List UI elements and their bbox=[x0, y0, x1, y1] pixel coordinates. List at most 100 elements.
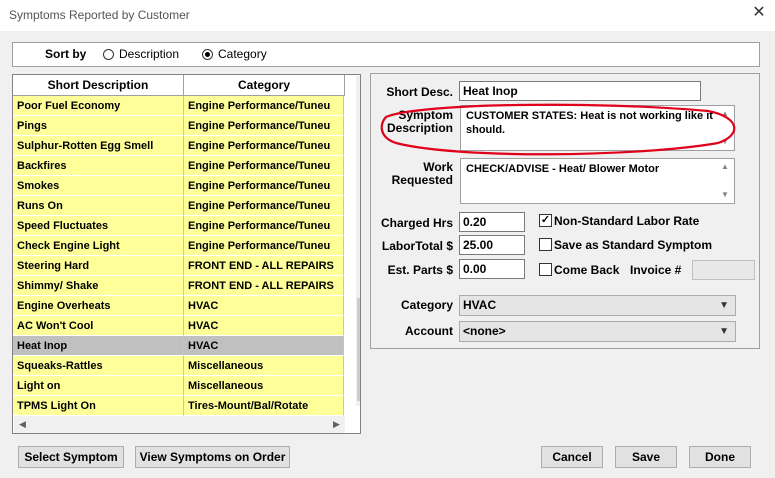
invoice-input[interactable] bbox=[692, 260, 755, 280]
table-row[interactable]: Check Engine Light Engine Performance/Tun… bbox=[13, 236, 344, 256]
scroll-right-icon[interactable]: ▶ bbox=[328, 416, 345, 433]
sort-category-radio[interactable] bbox=[202, 49, 213, 60]
table-row[interactable]: Backfires Engine Performance/Tuneu bbox=[13, 156, 344, 176]
category-cell[interactable]: Engine Performance/Tuneu bbox=[184, 96, 344, 116]
short-description-cell[interactable]: Engine Overheats bbox=[13, 296, 184, 316]
sort-description-radio[interactable] bbox=[103, 49, 114, 60]
table-row[interactable]: Light on Miscellaneous bbox=[13, 376, 344, 396]
table-row[interactable]: Speed Fluctuates Engine Performance/Tuneu bbox=[13, 216, 344, 236]
nonstandard-labor-checkbox[interactable]: ✓ bbox=[539, 214, 552, 227]
sort-label: Sort by bbox=[45, 47, 87, 61]
sort-description-label[interactable]: Description bbox=[119, 47, 179, 61]
red-annotation-ellipse bbox=[380, 103, 736, 156]
table-row[interactable]: Steering Hard FRONT END - ALL REPAIRS bbox=[13, 256, 344, 276]
work-scrollbar[interactable]: ▲ ▼ bbox=[717, 160, 733, 202]
save-button[interactable]: Save bbox=[615, 446, 677, 468]
nonstandard-labor-label[interactable]: Non-Standard Labor Rate bbox=[554, 214, 699, 228]
category-cell[interactable]: Engine Performance/Tuneu bbox=[184, 176, 344, 196]
come-back-label[interactable]: Come Back bbox=[554, 263, 619, 277]
short-desc-input[interactable]: Heat Inop bbox=[459, 81, 701, 101]
category-cell[interactable]: Miscellaneous bbox=[184, 356, 344, 376]
category-cell[interactable]: Tires-Mount/Bal/Rotate bbox=[184, 396, 344, 416]
short-description-cell[interactable]: Steering Hard bbox=[13, 256, 184, 276]
scroll-down-icon[interactable]: ▼ bbox=[356, 389, 360, 406]
scroll-thumb[interactable] bbox=[357, 298, 360, 401]
category-cell[interactable]: Engine Performance/Tuneu bbox=[184, 156, 344, 176]
short-description-cell[interactable]: Poor Fuel Economy bbox=[13, 96, 184, 116]
short-description-cell[interactable]: Check Engine Light bbox=[13, 236, 184, 256]
category-cell[interactable]: Engine Performance/Tuneu bbox=[184, 116, 344, 136]
done-button[interactable]: Done bbox=[689, 446, 751, 468]
save-standard-label[interactable]: Save as Standard Symptom bbox=[554, 238, 712, 252]
labor-total-label: LaborTotal $ bbox=[381, 239, 453, 253]
save-standard-checkbox[interactable] bbox=[539, 238, 552, 251]
table-row[interactable]: Pings Engine Performance/Tuneu bbox=[13, 116, 344, 136]
est-parts-label: Est. Parts $ bbox=[387, 263, 453, 277]
category-cell[interactable]: Engine Performance/Tuneu bbox=[184, 196, 344, 216]
select-symptom-button[interactable]: Select Symptom bbox=[18, 446, 124, 468]
table-row[interactable]: Smokes Engine Performance/Tuneu bbox=[13, 176, 344, 196]
category-cell[interactable]: Engine Performance/Tuneu bbox=[184, 136, 344, 156]
invoice-label: Invoice # bbox=[630, 263, 682, 277]
est-parts-input[interactable]: 0.00 bbox=[459, 259, 525, 279]
symptom-list[interactable]: Short Description Category Poor Fuel Eco… bbox=[12, 74, 361, 434]
scroll-up-icon[interactable]: ▲ bbox=[356, 76, 360, 93]
work-requested-label-line2: Requested bbox=[391, 173, 453, 187]
short-description-cell[interactable]: Backfires bbox=[13, 156, 184, 176]
category-cell[interactable]: FRONT END - ALL REPAIRS bbox=[184, 256, 344, 276]
category-cell[interactable]: Engine Performance/Tuneu bbox=[184, 216, 344, 236]
table-row[interactable]: Runs On Engine Performance/Tuneu bbox=[13, 196, 344, 216]
account-value: <none> bbox=[463, 324, 506, 338]
work-requested-textarea[interactable]: CHECK/ADVISE - Heat/ Blower Motor ▲ ▼ bbox=[460, 158, 735, 204]
sort-category-label[interactable]: Category bbox=[218, 47, 267, 61]
work-requested-label-line1: Work bbox=[423, 160, 453, 174]
short-description-cell[interactable]: Light on bbox=[13, 376, 184, 396]
short-description-cell[interactable]: TPMS Light On bbox=[13, 396, 184, 416]
table-row[interactable]: TPMS Light On Tires-Mount/Bal/Rotate bbox=[13, 396, 344, 416]
column-header-short-description[interactable]: Short Description bbox=[13, 75, 184, 96]
list-vertical-scrollbar[interactable]: ▲ ▼ bbox=[356, 76, 360, 406]
category-cell[interactable]: HVAC bbox=[184, 296, 344, 316]
table-row[interactable]: Poor Fuel Economy Engine Performance/Tune… bbox=[13, 96, 344, 116]
category-select[interactable]: HVAC ▼ bbox=[459, 295, 736, 316]
scroll-down-icon[interactable]: ▼ bbox=[717, 188, 733, 202]
window-title: Symptoms Reported by Customer bbox=[9, 8, 190, 22]
come-back-checkbox[interactable] bbox=[539, 263, 552, 276]
account-select[interactable]: <none> ▼ bbox=[459, 321, 736, 342]
short-description-cell[interactable]: Speed Fluctuates bbox=[13, 216, 184, 236]
category-value: HVAC bbox=[463, 298, 497, 312]
table-row[interactable]: Squeaks-Rattles Miscellaneous bbox=[13, 356, 344, 376]
labor-total-input[interactable]: 25.00 bbox=[459, 235, 525, 255]
scroll-up-icon[interactable]: ▲ bbox=[717, 160, 733, 174]
short-description-cell[interactable]: Smokes bbox=[13, 176, 184, 196]
table-row[interactable]: AC Won't Cool HVAC bbox=[13, 316, 344, 336]
category-cell[interactable]: FRONT END - ALL REPAIRS bbox=[184, 276, 344, 296]
view-symptoms-on-order-button[interactable]: View Symptoms on Order bbox=[135, 446, 290, 468]
category-label: Category bbox=[400, 298, 453, 312]
short-description-cell[interactable]: Squeaks-Rattles bbox=[13, 356, 184, 376]
scroll-left-icon[interactable]: ◀ bbox=[14, 416, 31, 433]
column-header-category[interactable]: Category bbox=[184, 75, 345, 96]
table-row[interactable]: Sulphur-Rotten Egg Smell Engine Performan… bbox=[13, 136, 344, 156]
list-horizontal-scrollbar[interactable]: ◀ ▶ bbox=[14, 416, 345, 433]
charged-hrs-input[interactable]: 0.20 bbox=[459, 212, 525, 232]
chevron-down-icon[interactable]: ▼ bbox=[719, 296, 729, 315]
cancel-button[interactable]: Cancel bbox=[541, 446, 603, 468]
close-icon[interactable]: ✕ bbox=[751, 5, 767, 21]
short-description-cell[interactable]: AC Won't Cool bbox=[13, 316, 184, 336]
category-cell[interactable]: Engine Performance/Tuneu bbox=[184, 236, 344, 256]
category-cell[interactable]: Miscellaneous bbox=[184, 376, 344, 396]
short-description-cell[interactable]: Heat Inop bbox=[13, 336, 184, 356]
account-label: Account bbox=[405, 324, 453, 338]
table-row[interactable]: Engine Overheats HVAC bbox=[13, 296, 344, 316]
short-description-cell[interactable]: Pings bbox=[13, 116, 184, 136]
short-desc-label: Short Desc. bbox=[386, 85, 453, 99]
category-cell[interactable]: HVAC bbox=[184, 316, 344, 336]
chevron-down-icon[interactable]: ▼ bbox=[719, 322, 729, 341]
short-description-cell[interactable]: Shimmy/ Shake bbox=[13, 276, 184, 296]
short-description-cell[interactable]: Runs On bbox=[13, 196, 184, 216]
table-row[interactable]: Heat Inop HVAC bbox=[13, 336, 344, 356]
short-description-cell[interactable]: Sulphur-Rotten Egg Smell bbox=[13, 136, 184, 156]
category-cell[interactable]: HVAC bbox=[184, 336, 344, 356]
table-row[interactable]: Shimmy/ Shake FRONT END - ALL REPAIRS bbox=[13, 276, 344, 296]
